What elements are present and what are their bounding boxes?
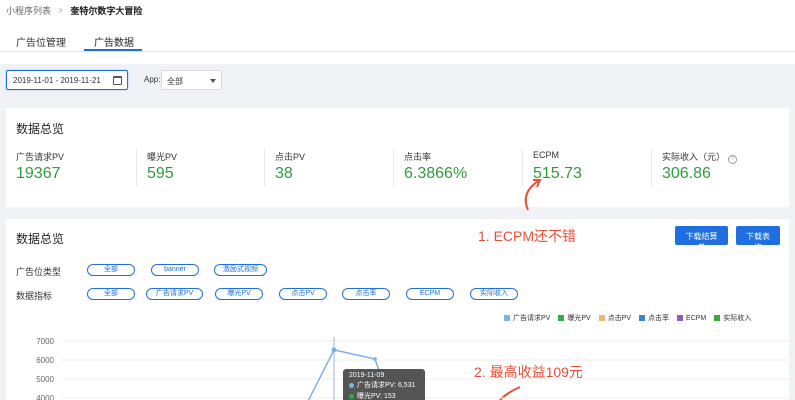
annotation-ecpm: 1. ECPM还不错 [478,228,577,244]
chart-tooltip: 2019-11-09 广告请求PV: 6,531 曝光PV: 153 [343,369,425,400]
tooltip-row-label: 曝光PV: 153 [357,393,396,400]
tooltip-dot [349,393,354,399]
y-tick-label: 6000 [36,356,54,365]
y-tick-label: 4000 [36,394,54,400]
tooltip-row-label: 广告请求PV: 6,531 [357,382,416,389]
annotation-max-revenue: 2. 最高收益109元 [474,364,583,380]
trend-chart: 7000 6000 5000 4000 [36,179,789,400]
tooltip-dot [349,382,354,388]
y-tick-label: 7000 [36,337,54,346]
y-tick-label: 5000 [36,375,54,384]
tooltip-row: 曝光PV: 153 [349,391,419,400]
data-point[interactable] [331,347,337,353]
tooltip-date: 2019-11-09 [349,372,385,379]
data-point[interactable] [373,357,377,361]
tooltip-row: 广告请求PV: 6,531 [349,380,419,390]
